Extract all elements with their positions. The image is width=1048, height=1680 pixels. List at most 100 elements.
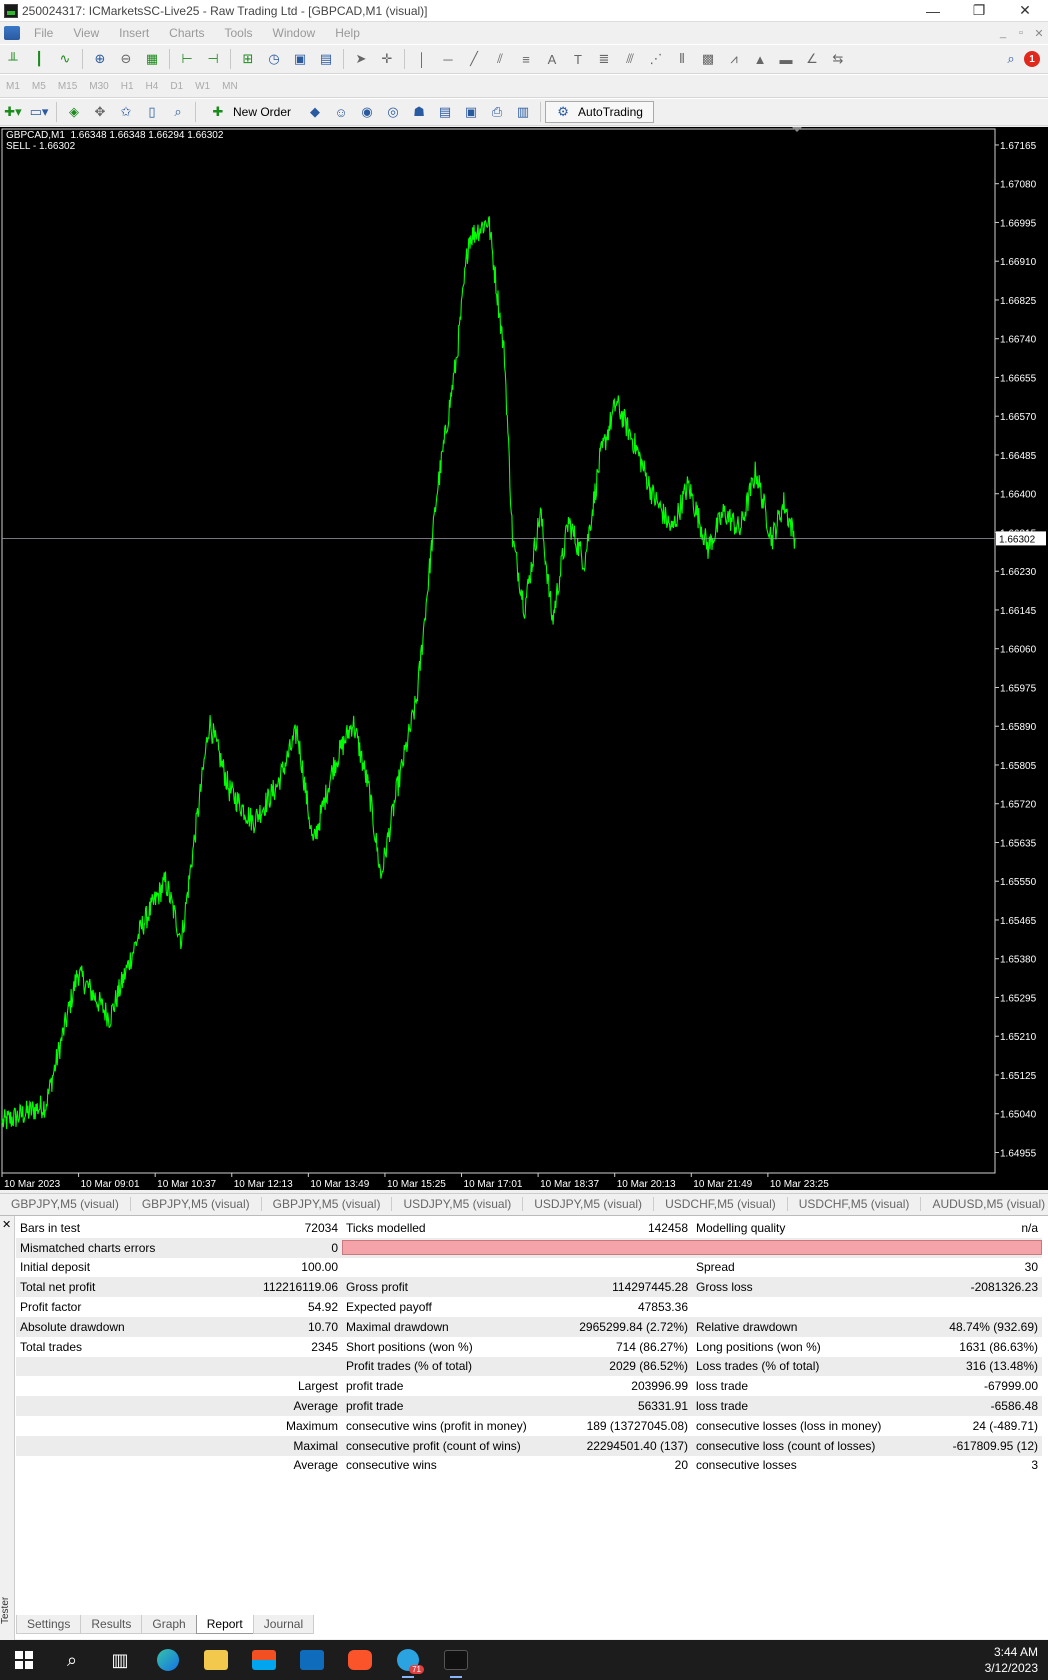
- chart-tab[interactable]: GBPJPY,M5 (visual): [262, 1197, 393, 1211]
- timeframe-m15[interactable]: M15: [52, 81, 83, 92]
- file-explorer-button[interactable]: [192, 1640, 240, 1680]
- tab-journal[interactable]: Journal: [252, 1615, 315, 1634]
- bar-chart-icon[interactable]: ╨: [2, 48, 24, 70]
- profiles-icon[interactable]: ▤: [315, 48, 337, 70]
- text-icon[interactable]: A: [541, 48, 563, 70]
- data-window-icon[interactable]: ✥: [89, 101, 111, 123]
- notification-badge[interactable]: 1: [1024, 51, 1040, 67]
- close-button[interactable]: ✕: [1002, 0, 1048, 22]
- cycle-lines-icon[interactable]: ⦀: [671, 48, 693, 70]
- menu-help[interactable]: Help: [325, 26, 370, 40]
- vertical-line-icon[interactable]: │: [411, 48, 433, 70]
- strategy-tester-icon[interactable]: ⌕: [167, 101, 189, 123]
- menu-file[interactable]: File: [24, 26, 63, 40]
- start-button[interactable]: [0, 1640, 48, 1680]
- fibo-fan-icon[interactable]: ⫻: [619, 48, 641, 70]
- terminal-icon[interactable]: ▯: [141, 101, 163, 123]
- screenshot-icon[interactable]: ▥: [512, 101, 534, 123]
- market-watch-icon[interactable]: ◈: [63, 101, 85, 123]
- chart-tab[interactable]: GBPJPY,M5 (visual): [0, 1197, 131, 1211]
- chart-tab[interactable]: GBPJPY,M5 (visual): [131, 1197, 262, 1211]
- navigator-icon[interactable]: ✩: [115, 101, 137, 123]
- trendline-icon[interactable]: ╱: [463, 48, 485, 70]
- mdi-restore-button[interactable]: ▫: [1012, 27, 1030, 39]
- zoom-in-icon[interactable]: ⊕: [89, 48, 111, 70]
- menu-window[interactable]: Window: [263, 26, 326, 40]
- horizontal-line-icon[interactable]: ─: [437, 48, 459, 70]
- gann-grid-icon[interactable]: ▩: [697, 48, 719, 70]
- line-chart-icon[interactable]: ∿: [54, 48, 76, 70]
- market-icon[interactable]: ◉: [356, 101, 378, 123]
- maximize-button[interactable]: ❐: [956, 0, 1002, 22]
- std-deviation-channel-icon[interactable]: ≡: [515, 48, 537, 70]
- timeframe-m5[interactable]: M5: [26, 81, 52, 92]
- print-icon[interactable]: ⎙: [486, 101, 508, 123]
- store-button[interactable]: [240, 1640, 288, 1680]
- metaeditor-icon[interactable]: ◆: [304, 101, 326, 123]
- indicators-icon[interactable]: ⊞: [237, 48, 259, 70]
- metatrader-button[interactable]: [432, 1640, 480, 1680]
- minimize-button[interactable]: —: [910, 0, 956, 22]
- crosshair-icon[interactable]: ✛: [376, 48, 398, 70]
- candlestick-icon[interactable]: ┃: [28, 48, 50, 70]
- autotrading-button[interactable]: ⚙ AutoTrading: [545, 101, 654, 123]
- timeframe-m30[interactable]: M30: [83, 81, 114, 92]
- timeframe-w1[interactable]: W1: [189, 81, 216, 92]
- chart-window-icon[interactable]: [4, 26, 20, 40]
- window-icon[interactable]: ▣: [460, 101, 482, 123]
- mdi-close-button[interactable]: ✕: [1030, 27, 1048, 40]
- tab-graph[interactable]: Graph: [141, 1615, 197, 1634]
- cursor-icon[interactable]: ➤: [350, 48, 372, 70]
- telegram-button[interactable]: 71: [384, 1640, 432, 1680]
- chart-tab[interactable]: USDJPY,M5 (visual): [392, 1197, 524, 1211]
- new-order-button[interactable]: ✚ New Order: [200, 101, 302, 123]
- tab-results[interactable]: Results: [80, 1615, 143, 1634]
- timeframe-h4[interactable]: H4: [140, 81, 165, 92]
- search-icon[interactable]: ⌕: [1000, 48, 1022, 70]
- tester-close-icon[interactable]: ✕: [2, 1218, 11, 1231]
- price-chart[interactable]: 1.67165 1.67080 1.66995 1.66910 1.66825 1.667…: [0, 127, 1048, 1190]
- calendar-icon[interactable]: ▤: [434, 101, 456, 123]
- chart-tab[interactable]: USDJPY,M5 (visual): [523, 1197, 655, 1211]
- chart-tab[interactable]: AUDUSD,M5 (visual): [921, 1197, 1048, 1211]
- timeframe-d1[interactable]: D1: [164, 81, 189, 92]
- arrows-icon[interactable]: ⇆: [827, 48, 849, 70]
- profiles-dropdown-icon[interactable]: ▭▾: [28, 101, 50, 123]
- search-button[interactable]: ⌕: [48, 1640, 96, 1680]
- text-label-icon[interactable]: T: [567, 48, 589, 70]
- mdi-minimize-button[interactable]: _: [994, 27, 1012, 39]
- timeframe-mn[interactable]: MN: [216, 81, 244, 92]
- andrews-pitchfork-icon[interactable]: ⩘: [723, 48, 745, 70]
- zoom-out-icon[interactable]: ⊖: [115, 48, 137, 70]
- gann-icon[interactable]: ⋰: [645, 48, 667, 70]
- chart-tab[interactable]: USDCHF,M5 (visual): [788, 1197, 922, 1211]
- menu-charts[interactable]: Charts: [159, 26, 214, 40]
- tab-report[interactable]: Report: [195, 1615, 254, 1634]
- menu-insert[interactable]: Insert: [109, 26, 159, 40]
- brave-button[interactable]: [336, 1640, 384, 1680]
- edge-button[interactable]: [144, 1640, 192, 1680]
- tab-settings[interactable]: Settings: [16, 1615, 82, 1634]
- task-view-button[interactable]: ▥: [96, 1640, 144, 1680]
- timeframe-m1[interactable]: M1: [0, 81, 26, 92]
- system-clock[interactable]: 3:44 AM 3/12/2023: [985, 1644, 1038, 1676]
- templates-icon[interactable]: ▣: [289, 48, 311, 70]
- periods-icon[interactable]: ◷: [263, 48, 285, 70]
- chart-tab[interactable]: USDCHF,M5 (visual): [654, 1197, 788, 1211]
- timeframe-h1[interactable]: H1: [115, 81, 140, 92]
- rectangle-icon[interactable]: ▬: [775, 48, 797, 70]
- triangle-icon[interactable]: ▲: [749, 48, 771, 70]
- angle-icon[interactable]: ∠: [801, 48, 823, 70]
- equidistant-channel-icon[interactable]: ⫽: [489, 48, 511, 70]
- mail-button[interactable]: [288, 1640, 336, 1680]
- chart-shift-icon[interactable]: ⊣: [202, 48, 224, 70]
- signals-icon[interactable]: ☺: [330, 101, 352, 123]
- auto-scroll-icon[interactable]: ⊢: [176, 48, 198, 70]
- fibonacci-icon[interactable]: ≣: [593, 48, 615, 70]
- menu-tools[interactable]: Tools: [215, 26, 263, 40]
- code-base-icon[interactable]: ◎: [382, 101, 404, 123]
- vps-icon[interactable]: ☗: [408, 101, 430, 123]
- menu-view[interactable]: View: [63, 26, 109, 40]
- tile-windows-icon[interactable]: ▦: [141, 48, 163, 70]
- new-chart-icon[interactable]: ✚▾: [2, 101, 24, 123]
